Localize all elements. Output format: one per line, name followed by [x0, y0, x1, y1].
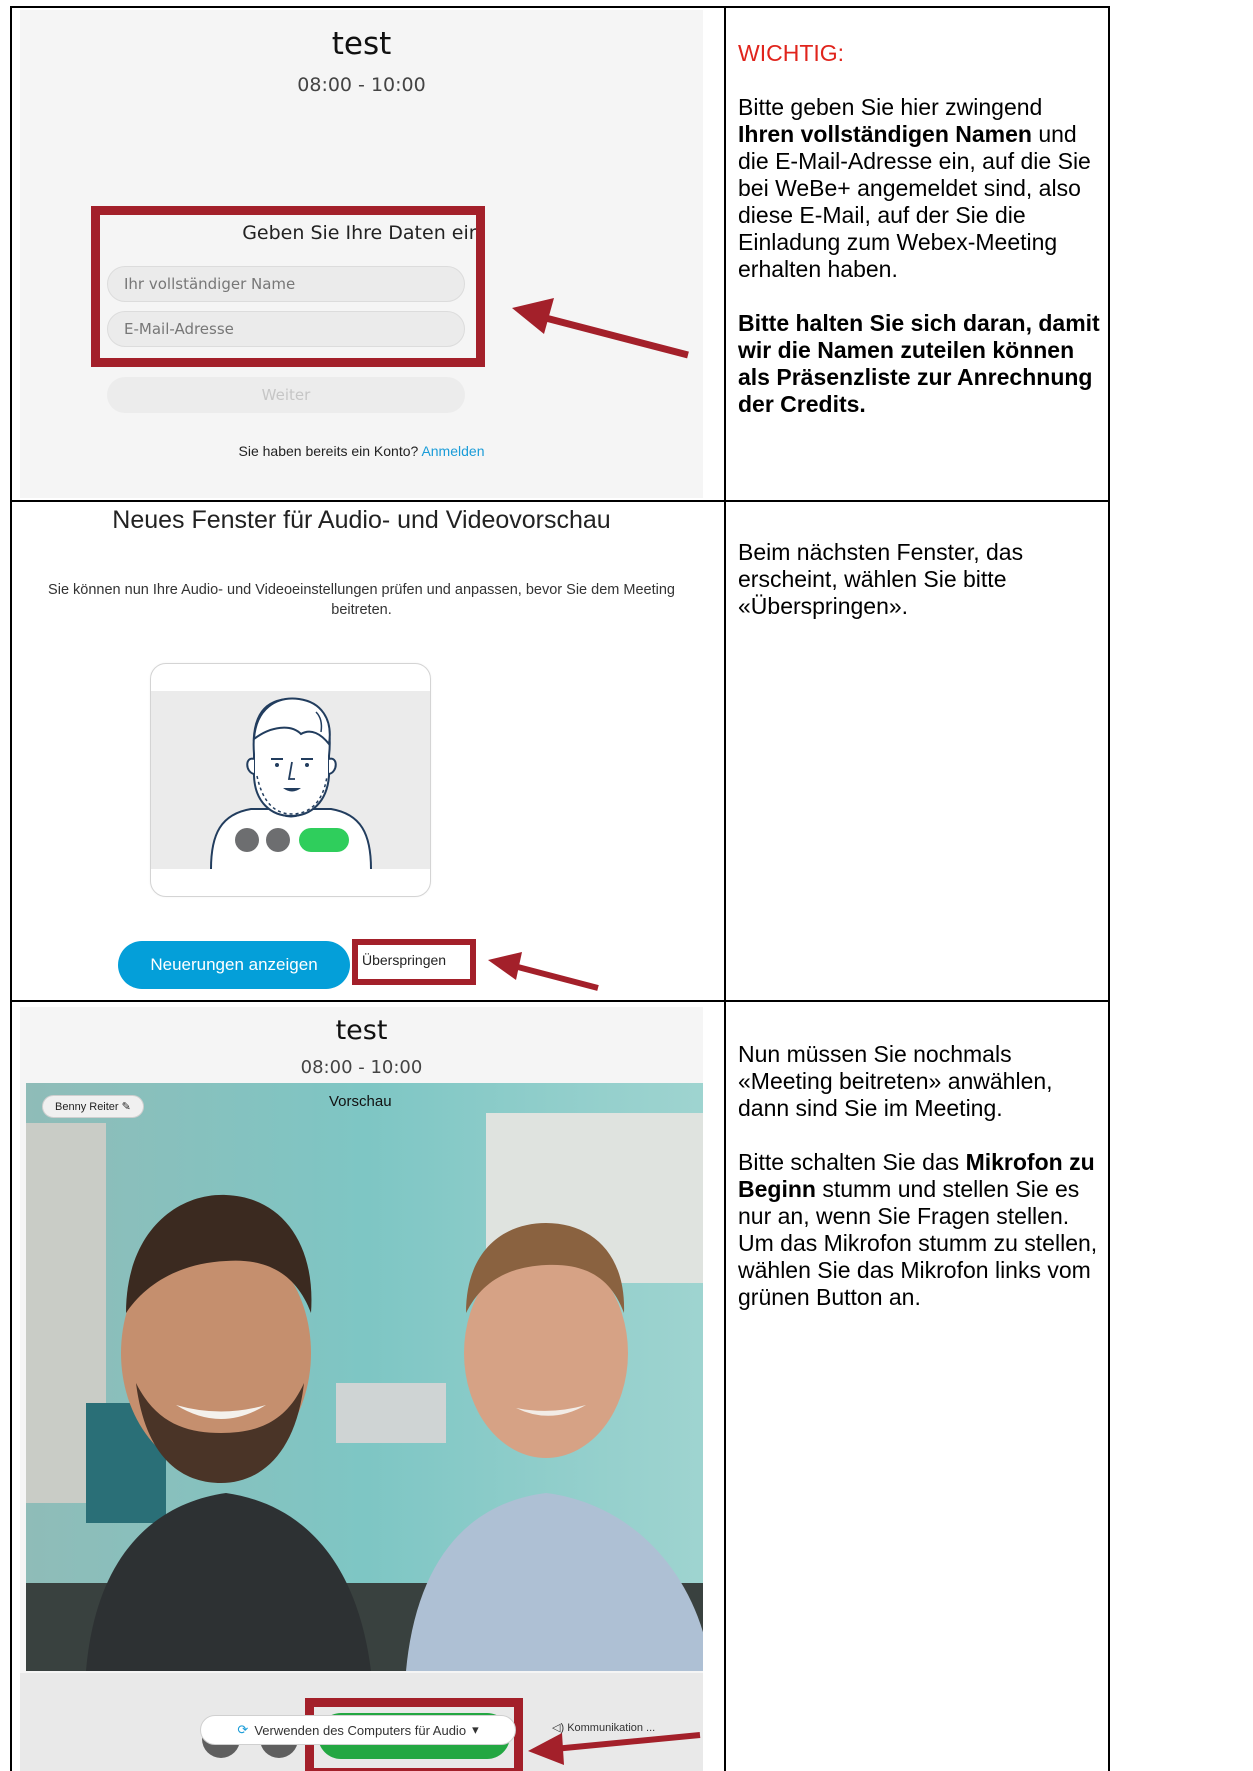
show-updates-button[interactable]: Neuerungen anzeigen: [118, 941, 350, 989]
note-paragraph: Bitte halten Sie sich daran, damit wir d…: [738, 310, 1100, 418]
camera-toggle-icon: [266, 828, 290, 852]
meeting-title: test: [331, 26, 392, 62]
preview-illustration-card: [150, 663, 431, 897]
arrow-icon: [512, 298, 689, 359]
note-row-2: Beim nächsten Fenster, das erscheint, wä…: [738, 539, 1100, 620]
note-bold-text: Ihren vollständigen Namen: [738, 121, 1032, 147]
table-row-divider-1: [10, 500, 1110, 502]
arrow-icon: [488, 952, 599, 991]
participant-name: Benny Reiter: [55, 1101, 119, 1113]
meeting-title: test: [335, 1015, 388, 1046]
meeting-time: 08:00 - 10:00: [297, 74, 426, 96]
mic-toggle-icon: [235, 828, 259, 852]
screenshot-join-meeting: test 08:00 - 10:00 Benny Reiter ✎ Vorsch…: [20, 1007, 703, 1771]
note-paragraph: Bitte geben Sie hier zwingend Ihren voll…: [738, 94, 1100, 283]
table-border-right: [1108, 6, 1110, 1771]
note-text: Bitte schalten Sie das: [738, 1149, 960, 1175]
camera-feed-image: [26, 1083, 703, 1671]
avatar-illustration: [151, 691, 430, 870]
note-row-3: Nun müssen Sie nochmals «Meeting beitret…: [738, 1041, 1100, 1311]
preview-window-subtitle: Sie können nun Ihre Audio- und Videoeins…: [48, 582, 675, 618]
audio-option-selector[interactable]: ⟳ Verwenden des Computers für Audio ▾: [200, 1715, 516, 1745]
login-prompt-line: Sie haben bereits ein Konto? Anmelden: [20, 443, 703, 459]
arrow-icon: [528, 1732, 701, 1765]
table-border-top: [10, 6, 1110, 8]
note-bold-text: Bitte halten Sie sich daran, damit wir d…: [738, 310, 1100, 417]
join-pill-icon: [299, 828, 349, 852]
note-heading: WICHTIG:: [738, 40, 845, 66]
highlight-box-form: [91, 206, 485, 367]
meeting-time: 08:00 - 10:00: [300, 1057, 423, 1078]
next-button[interactable]: Weiter: [107, 377, 465, 413]
table-row-divider-2: [10, 1000, 1110, 1002]
note-text: Nun müssen Sie nochmals «Meeting beitret…: [738, 1041, 1053, 1121]
note-text: Bitte geben Sie hier zwingend: [738, 94, 1043, 120]
preview-label: Vorschau: [329, 1093, 392, 1110]
preview-window-title: Neues Fenster für Audio- und Videovorsch…: [112, 506, 611, 534]
note-text: Beim nächsten Fenster, das erscheint, wä…: [738, 539, 1024, 619]
audio-headset-icon: ⟳: [237, 1722, 249, 1737]
note-paragraph: Bitte schalten Sie das Mikrofon zu Begin…: [738, 1149, 1100, 1311]
login-link[interactable]: Anmelden: [421, 443, 484, 459]
table-border-left: [10, 6, 12, 1771]
pencil-icon: ✎: [121, 1101, 131, 1113]
screenshot-enter-details: test 08:00 - 10:00 Geben Sie Ihre Daten …: [20, 10, 703, 498]
highlight-box-skip: [352, 939, 476, 985]
video-preview: Benny Reiter ✎ Vorschau: [26, 1083, 703, 1671]
note-row-1: WICHTIG: Bitte geben Sie hier zwingend I…: [738, 40, 1100, 418]
login-prompt: Sie haben bereits ein Konto?: [238, 443, 419, 459]
audio-option-label: Verwenden des Computers für Audio: [254, 1722, 467, 1738]
chevron-down-icon: ▾: [472, 1722, 479, 1737]
participant-name-tag[interactable]: Benny Reiter ✎: [42, 1095, 144, 1118]
table-column-divider: [724, 6, 726, 1771]
